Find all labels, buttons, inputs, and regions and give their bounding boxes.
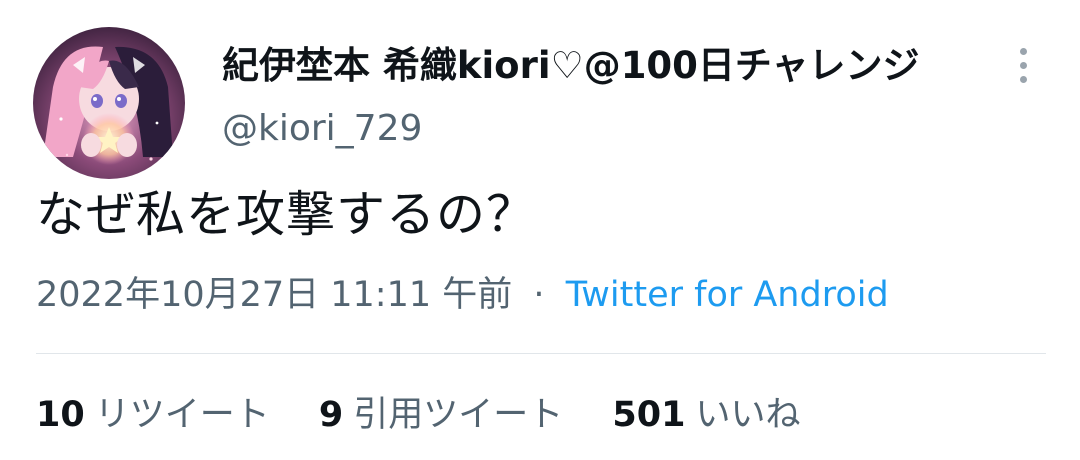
likes-count: 501 bbox=[612, 395, 686, 435]
display-name[interactable]: 紀伊埜本 希織kiori♡@100日チャレンジ bbox=[222, 38, 920, 94]
tweet-timestamp[interactable]: 2022年10月27日 11:11 午前 bbox=[36, 275, 512, 315]
tweet-meta: 2022年10月27日 11:11 午前 · Twitter for Andro… bbox=[36, 270, 889, 320]
more-dot bbox=[1020, 62, 1027, 69]
avatar[interactable] bbox=[33, 27, 185, 179]
quotes-count: 9 bbox=[318, 395, 344, 435]
tweet-source-link[interactable]: Twitter for Android bbox=[566, 275, 889, 315]
retweets-label: リツイート bbox=[94, 395, 270, 435]
tweet-stats: 10 リツイート 9 引用ツイート 501 いいね bbox=[36, 390, 838, 440]
quotes-label: 引用ツイート bbox=[353, 395, 564, 435]
divider bbox=[36, 353, 1046, 354]
user-handle[interactable]: @kiori_729 bbox=[222, 104, 422, 154]
retweets-stat[interactable]: 10 リツイート bbox=[36, 390, 270, 440]
likes-stat[interactable]: 501 いいね bbox=[612, 390, 800, 440]
more-dot bbox=[1020, 76, 1027, 83]
retweets-count: 10 bbox=[36, 395, 85, 435]
meta-separator: · bbox=[533, 275, 545, 315]
more-dot bbox=[1020, 48, 1027, 55]
more-vertical-icon[interactable] bbox=[1004, 40, 1044, 92]
tweet-text: なぜ私を攻撃するの？ bbox=[36, 186, 537, 243]
avatar-image bbox=[33, 27, 185, 179]
likes-label: いいね bbox=[695, 395, 801, 435]
quotes-stat[interactable]: 9 引用ツイート bbox=[319, 390, 563, 440]
